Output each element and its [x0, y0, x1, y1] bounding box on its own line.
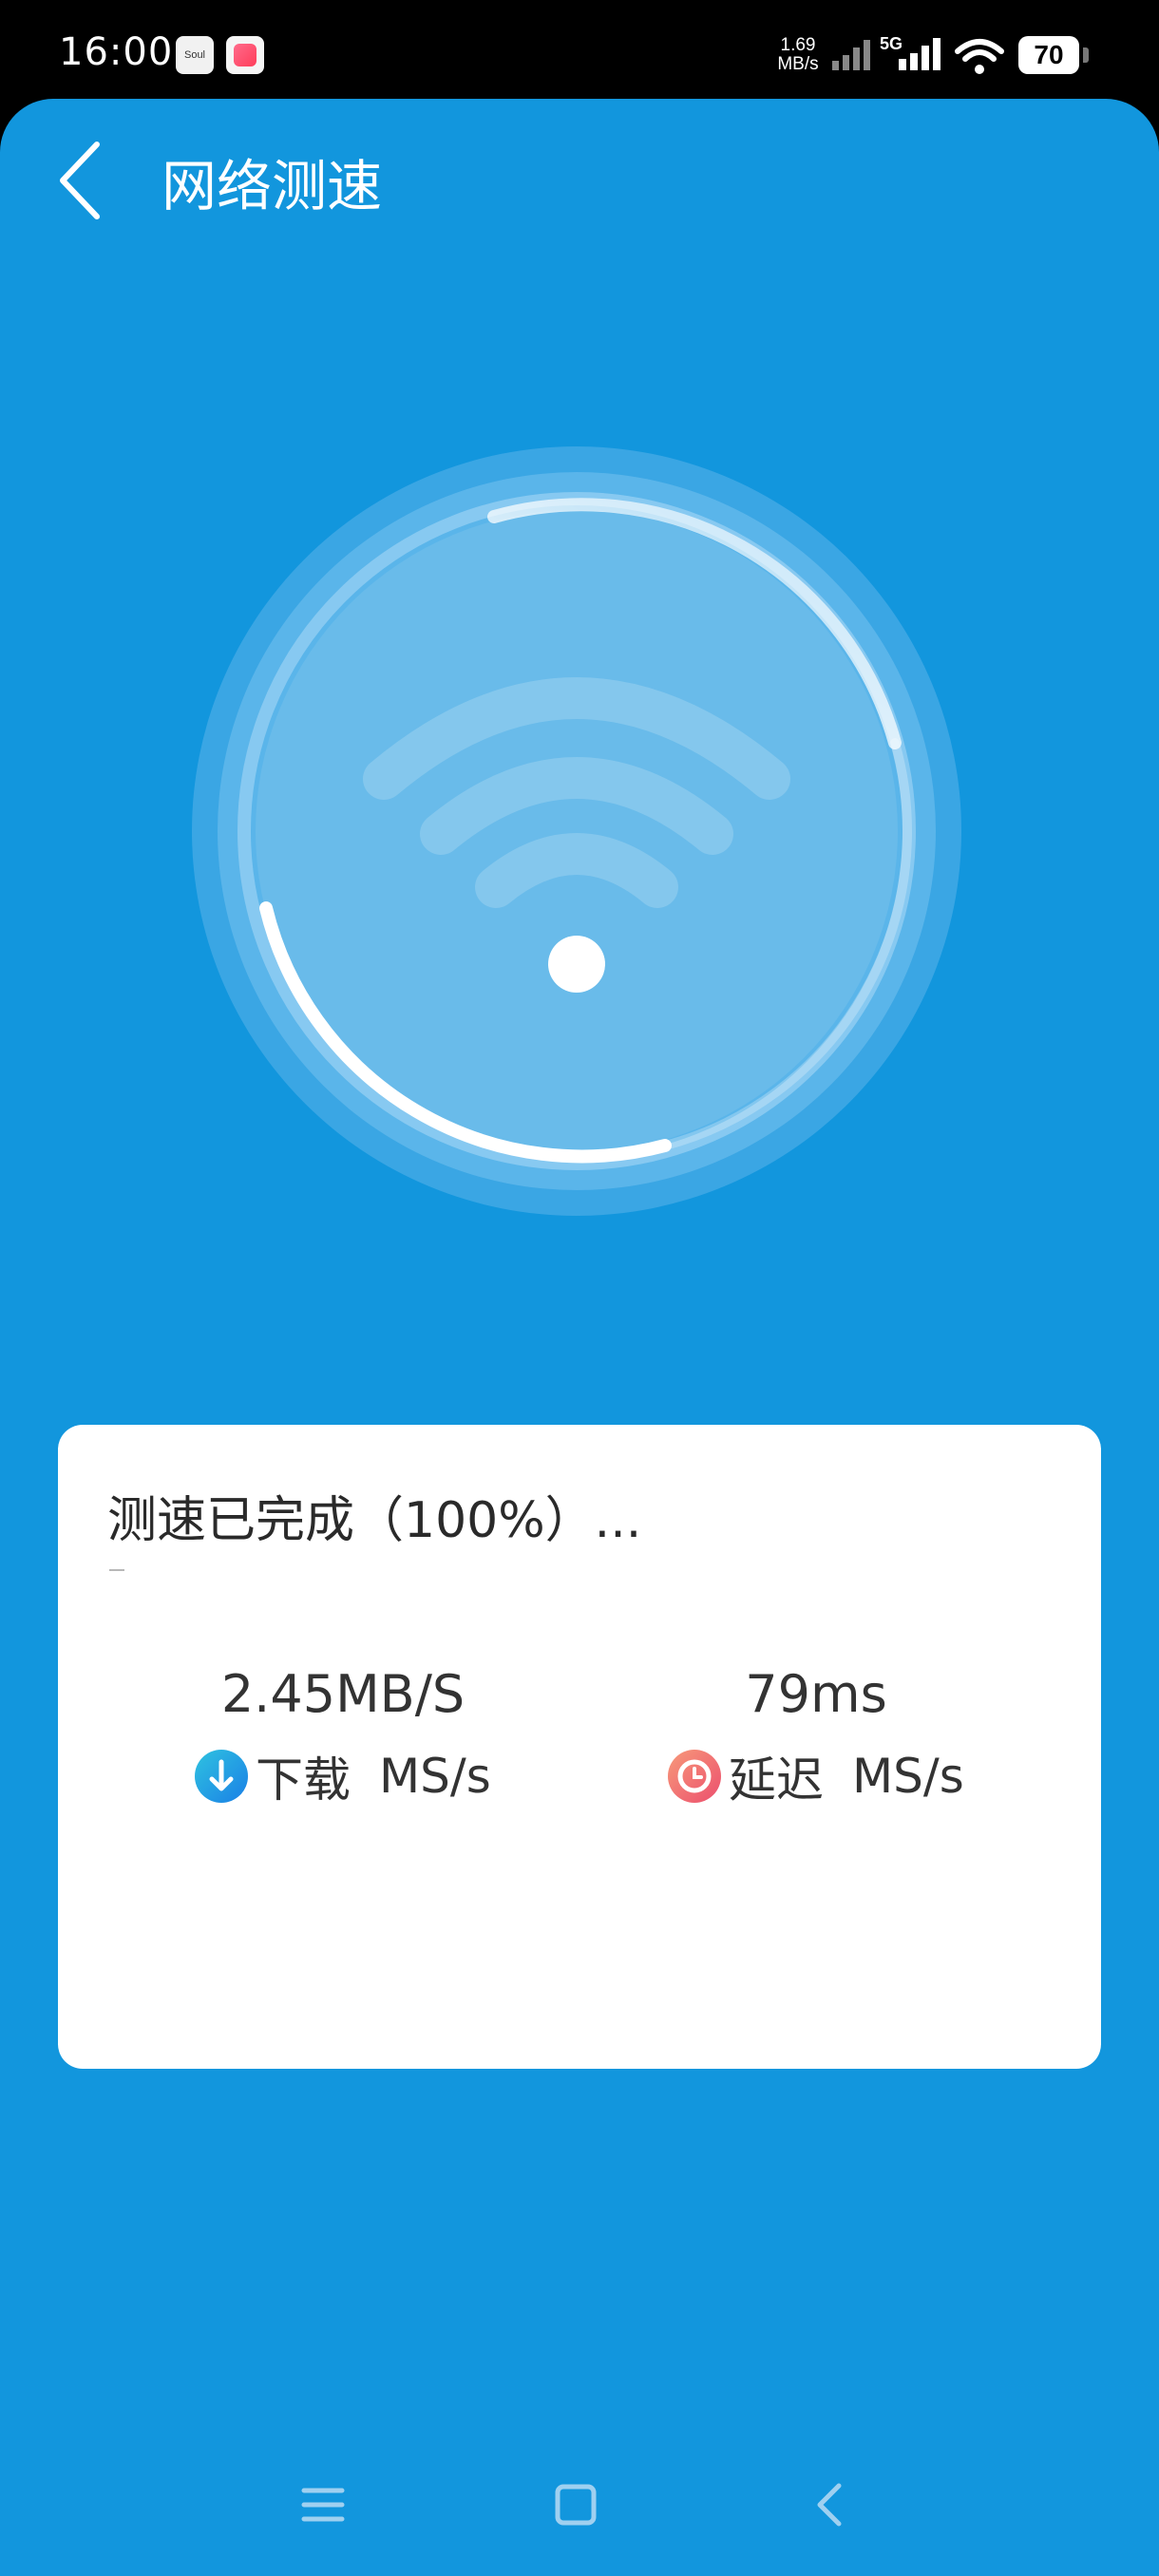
test-status-text: 测速已完成（100%）...: [107, 1492, 642, 1549]
status-bar: 16:00 Soul 1.69 MB/s 5G 70: [0, 0, 1159, 104]
home-nav-button[interactable]: [533, 2462, 618, 2548]
download-label-row: 下载 MS/s: [195, 1748, 491, 1808]
navigation-bar: [0, 2432, 1159, 2576]
back-icon: [817, 2483, 842, 2527]
status-time: 16:00: [59, 30, 174, 74]
back-nav-button[interactable]: [787, 2462, 872, 2548]
result-card: 测速已完成（100%）... 2.45MB/S 79ms 下载 MS/s 延迟 …: [58, 1425, 1101, 2069]
download-label: 下载: [256, 1752, 351, 1808]
home-icon: [555, 2484, 597, 2526]
cell-signal-5g-icon: [899, 38, 940, 70]
menu-icon: [301, 2488, 345, 2522]
latency-value: 79ms: [745, 1664, 887, 1724]
pink-app-icon: [226, 36, 264, 74]
chevron-left-icon: [60, 142, 100, 219]
speed-gauge: [192, 446, 961, 1216]
wifi-status-icon: [955, 39, 1004, 74]
divider: [109, 1569, 124, 1571]
soul-app-icon: Soul: [176, 36, 214, 74]
speed-test-screen: 网络测速 测速已完成（100%）... 2.45MB/S 79ms 下载 MS/…: [0, 99, 1159, 2576]
network-speed-unit: MB/s: [777, 54, 819, 74]
network-speed-value: 1.69: [780, 35, 816, 55]
back-button[interactable]: [49, 133, 125, 237]
clock-icon: [668, 1750, 721, 1803]
network-speed: 1.69 MB/s: [770, 36, 826, 74]
download-arrow-icon: [195, 1750, 248, 1803]
cell-signal-icon: [832, 40, 870, 70]
latency-label: 延迟: [729, 1752, 824, 1808]
download-unit: MS/s: [379, 1749, 491, 1804]
latency-label-row: 延迟 MS/s: [668, 1748, 964, 1808]
battery-icon: 70: [1018, 36, 1089, 74]
latency-unit: MS/s: [852, 1749, 964, 1804]
menu-nav-button[interactable]: [280, 2462, 366, 2548]
download-speed-value: 2.45MB/S: [220, 1664, 466, 1724]
page-title: 网络测速: [162, 154, 383, 218]
